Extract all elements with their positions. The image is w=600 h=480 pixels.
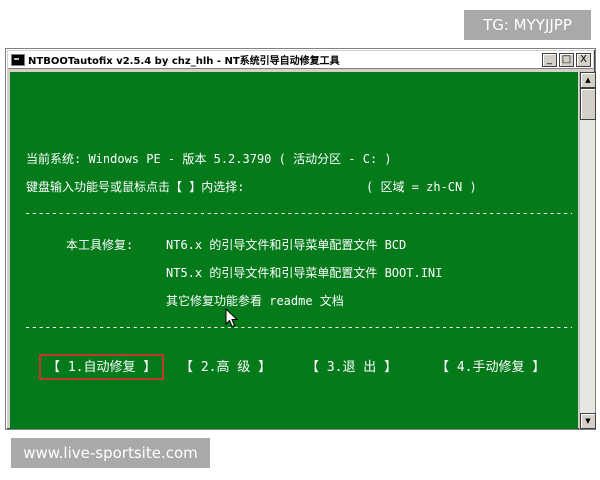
vertical-scrollbar[interactable]: ▲ ▼ bbox=[579, 72, 596, 429]
divider-bottom: ----------------------------------------… bbox=[24, 320, 572, 334]
watermark-bottom: www.live-sportsite.com bbox=[11, 438, 210, 468]
close-icon: X bbox=[580, 53, 587, 65]
repair-item-nt6: NT6.x 的引导文件和引导菜单配置文件 BCD bbox=[166, 238, 407, 252]
menu-exit[interactable]: 【 3.退 出 】 bbox=[306, 356, 397, 382]
menu-advanced[interactable]: 【 2.高 级 】 bbox=[180, 356, 271, 382]
system-info-line: 当前系统: Windows PE - 版本 5.2.3790 ( 活动分区 - … bbox=[26, 152, 392, 166]
region-info: ( 区域 = zh-CN ) bbox=[366, 180, 477, 194]
mouse-cursor-icon bbox=[225, 308, 239, 328]
repair-item-readme: 其它修复功能参看 readme 文档 bbox=[166, 294, 344, 308]
maximize-icon: □ bbox=[561, 53, 572, 65]
scroll-down-button[interactable]: ▼ bbox=[580, 413, 596, 429]
menu-auto-repair[interactable]: 【 1.自动修复 】 bbox=[39, 354, 165, 380]
scroll-thumb[interactable] bbox=[580, 88, 596, 120]
console-area: 当前系统: Windows PE - 版本 5.2.3790 ( 活动分区 - … bbox=[10, 72, 578, 429]
scroll-up-button[interactable]: ▲ bbox=[580, 72, 596, 88]
maximize-button[interactable]: □ bbox=[559, 52, 574, 67]
scroll-down-icon: ▼ bbox=[585, 417, 591, 425]
minimize-button[interactable]: _ bbox=[542, 52, 557, 67]
scroll-up-icon: ▲ bbox=[585, 76, 591, 84]
window-controls: _ □ X bbox=[542, 52, 591, 67]
divider-top: ----------------------------------------… bbox=[24, 206, 572, 220]
app-icon bbox=[11, 53, 25, 66]
minimize-icon: _ bbox=[547, 53, 552, 65]
app-window: NTBOOTautofix v2.5.4 by chz_hlh - NT系统引导… bbox=[5, 48, 596, 430]
window-title: NTBOOTautofix v2.5.4 by chz_hlh - NT系统引导… bbox=[28, 56, 340, 67]
repair-label: 本工具修复: bbox=[66, 238, 134, 252]
watermark-top: TG: MYYJJPP bbox=[464, 10, 591, 40]
menu-manual-repair[interactable]: 【 4.手动修复 】 bbox=[436, 356, 545, 382]
close-button[interactable]: X bbox=[576, 52, 591, 67]
title-bar[interactable]: NTBOOTautofix v2.5.4 by chz_hlh - NT系统引导… bbox=[8, 51, 593, 69]
input-prompt-line: 键盘输入功能号或鼠标点击【 】内选择: bbox=[26, 180, 245, 194]
repair-item-nt5: NT5.x 的引导文件和引导菜单配置文件 BOOT.INI bbox=[166, 266, 443, 280]
